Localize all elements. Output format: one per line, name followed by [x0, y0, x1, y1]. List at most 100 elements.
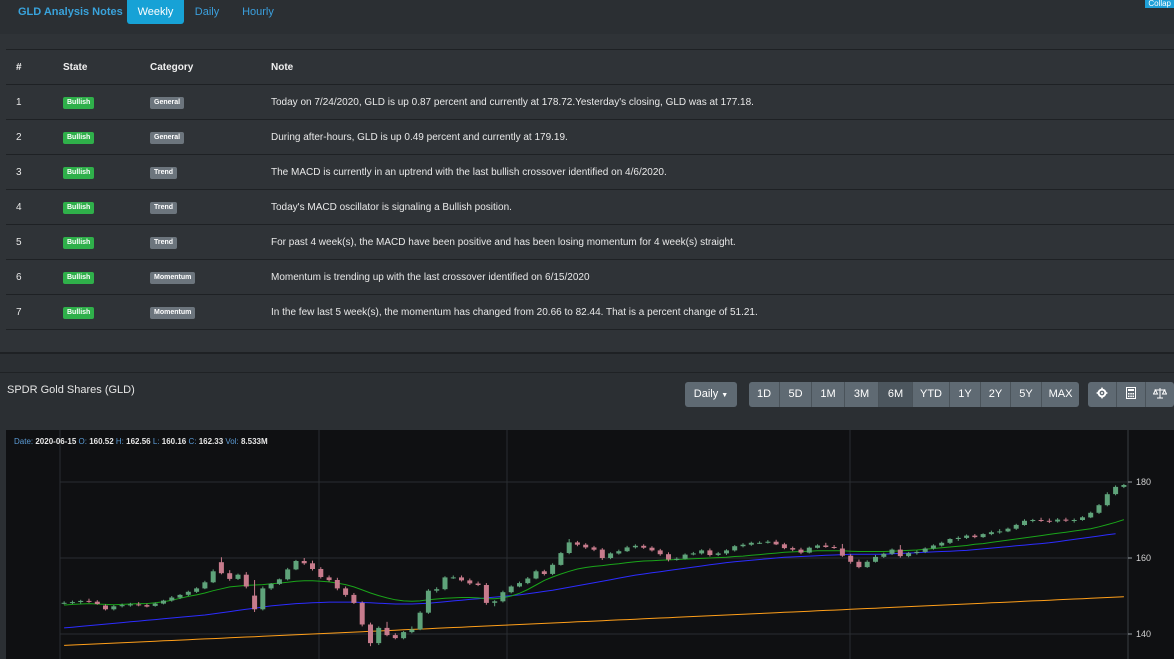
candle-body — [757, 542, 763, 544]
settings-icon — [1096, 387, 1108, 400]
candle-body — [185, 591, 191, 595]
candle-body — [351, 594, 357, 603]
category-cell: General — [150, 119, 271, 155]
table-row: 4 Bullish Trend Today's MACD oscillator is … — [6, 189, 1174, 225]
volume-value: 8.533M — [240, 437, 268, 446]
candle-body — [169, 597, 175, 601]
candle-body — [699, 550, 705, 554]
interval-label: Daily — [693, 388, 719, 400]
candle-body — [285, 569, 291, 580]
state-cell: Bullish — [63, 224, 150, 260]
candle-body — [1005, 528, 1011, 532]
calculator-button[interactable] — [1117, 382, 1146, 407]
candle-body — [111, 606, 117, 610]
candle-body — [243, 574, 249, 587]
tab-daily[interactable]: Daily — [188, 0, 226, 24]
candle-body — [988, 532, 994, 535]
state-cell: Bullish — [63, 294, 150, 330]
range-button-3m[interactable]: 3M — [845, 382, 879, 407]
range-button-6m[interactable]: 6M — [879, 382, 913, 407]
y-tick-label: 180 — [1136, 477, 1151, 487]
date-value: 2020-06-15 — [35, 437, 77, 446]
settings-button[interactable] — [1088, 382, 1117, 407]
candle-body — [127, 604, 133, 606]
chart-background — [6, 430, 1174, 659]
volume-label: Vol: — [225, 437, 239, 446]
candle-body — [574, 542, 580, 545]
close-value: 162.33 — [198, 437, 224, 446]
candle-body — [533, 571, 539, 579]
y-tick-label: 140 — [1136, 629, 1151, 639]
range-button-2y[interactable]: 2Y — [981, 382, 1011, 407]
candle-body — [417, 612, 423, 630]
category-cell: General — [150, 84, 271, 120]
note-text: Today's MACD oscillator is signaling a B… — [271, 189, 1174, 225]
candle-body — [1104, 494, 1110, 506]
candle-body — [425, 590, 431, 613]
candle-body — [144, 605, 150, 607]
candle-body — [666, 554, 671, 560]
range-button-1y[interactable]: 1Y — [950, 382, 981, 407]
category-badge: Trend — [150, 236, 178, 249]
candle-body — [1121, 485, 1127, 487]
table-row: 2 Bullish General During after-hours, GLD i… — [6, 119, 1174, 155]
tab-hourly[interactable]: Hourly — [236, 0, 280, 24]
state-cell: Bullish — [63, 259, 150, 295]
candle-body — [881, 553, 887, 557]
header-state: State — [63, 49, 150, 85]
row-number: 4 — [6, 189, 63, 225]
candle-body — [674, 558, 680, 560]
row-number: 1 — [6, 84, 63, 120]
ohlc-readout: Date: 2020-06-15 O: 160.52 H: 162.56 L: … — [14, 437, 268, 446]
state-badge: Bullish — [63, 131, 95, 144]
state-badge: Bullish — [63, 271, 95, 284]
candle-body — [591, 547, 597, 550]
candle-body — [293, 561, 299, 570]
candle-body — [889, 549, 895, 554]
candle-body — [922, 548, 928, 552]
range-button-5y[interactable]: 5Y — [1011, 382, 1042, 407]
candle-body — [690, 553, 696, 555]
category-cell: Momentum — [150, 259, 271, 295]
candle-body — [1096, 505, 1102, 513]
candle-body — [947, 539, 953, 543]
candle-body — [276, 579, 282, 584]
candle-body — [748, 542, 754, 545]
state-badge: Bullish — [63, 96, 95, 109]
candle-body — [1022, 520, 1027, 525]
collapse-button[interactable]: Collap — [1145, 0, 1174, 8]
low-value: 160.16 — [161, 437, 187, 446]
candle-body — [450, 577, 456, 579]
chart-toolbar: SPDR Gold Shares (GLD) Daily ▼ 1D 5D 1M 3M 6… — [0, 372, 1174, 417]
compare-button[interactable] — [1146, 382, 1174, 407]
candle-body — [434, 589, 440, 591]
range-button-1m[interactable]: 1M — [812, 382, 845, 407]
candle-body — [359, 602, 365, 625]
top-nav: GLD Analysis Notes Weekly Daily Hourly C… — [0, 0, 1174, 34]
tab-weekly[interactable]: Weekly — [127, 0, 184, 24]
candle-body — [823, 545, 829, 547]
candle-body — [136, 604, 142, 606]
candle-body — [856, 561, 862, 568]
note-text: The MACD is currently in an uptrend with… — [271, 154, 1174, 190]
range-button-1d[interactable]: 1D — [749, 382, 780, 407]
brand-title: GLD Analysis Notes — [18, 6, 123, 18]
row-number: 7 — [6, 294, 63, 330]
header-num: # — [6, 49, 63, 85]
interval-dropdown[interactable]: Daily ▼ — [685, 382, 737, 407]
candle-body — [152, 603, 158, 606]
state-cell: Bullish — [63, 119, 150, 155]
range-button-max[interactable]: MAX — [1042, 382, 1079, 407]
table-row: 3 Bullish Trend The MACD is currently in an… — [6, 154, 1174, 190]
candle-body — [1013, 524, 1019, 529]
candle-body — [765, 541, 771, 543]
candle-body — [550, 564, 556, 574]
candle-body — [500, 592, 506, 602]
table-row: 5 Bullish Trend For past 4 week(s), the MAC… — [6, 224, 1174, 260]
range-button-5d[interactable]: 5D — [780, 382, 812, 407]
candle-body — [641, 545, 647, 548]
candle-body — [864, 561, 870, 568]
price-chart[interactable]: 180 160 140 — [6, 430, 1174, 659]
range-button-ytd[interactable]: YTD — [913, 382, 950, 407]
candle-body — [649, 547, 655, 551]
